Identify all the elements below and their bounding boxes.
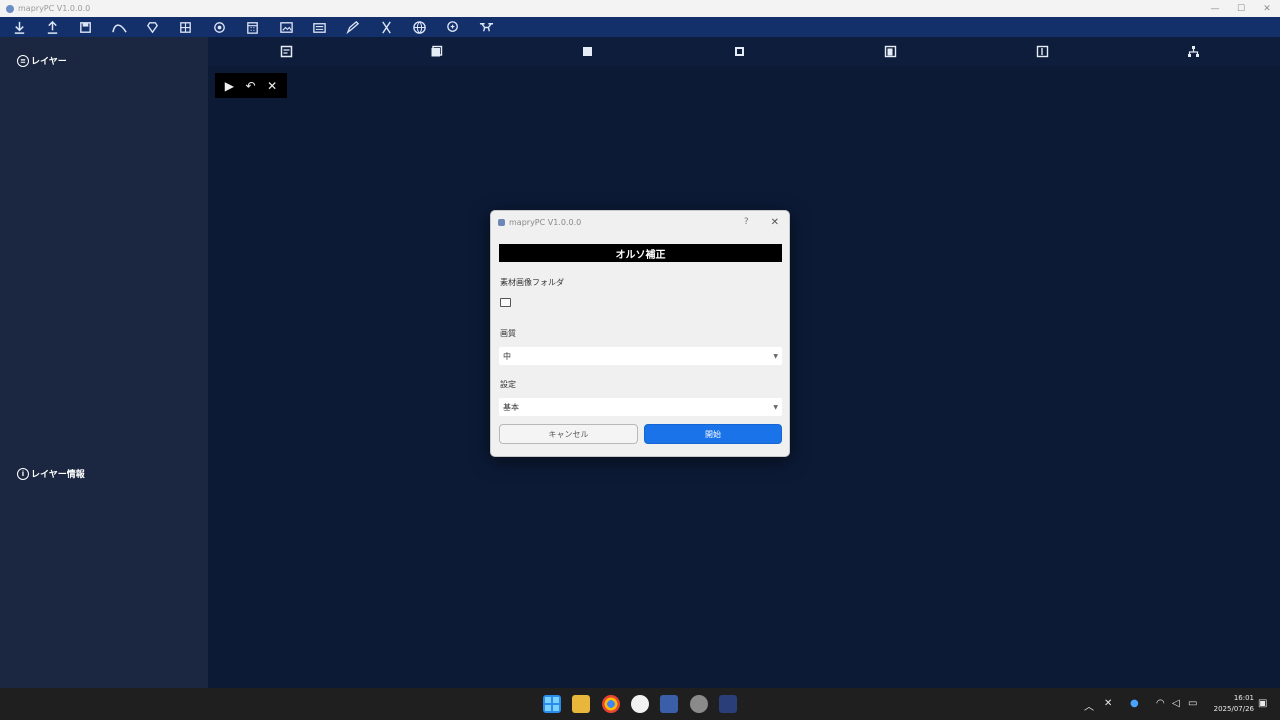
volume-icon[interactable]: ◁ xyxy=(1172,698,1180,709)
help-button[interactable]: ? xyxy=(744,217,749,227)
box-icon[interactable] xyxy=(733,45,746,58)
curve-icon[interactable] xyxy=(108,18,130,36)
settings-select[interactable]: 基本 ▼ xyxy=(499,398,782,416)
dialog-titlebar: mapryPC V1.0.0.0 ? ✕ xyxy=(491,211,789,233)
start-icon[interactable] xyxy=(543,695,561,713)
folder-label: 素材画像フォルダ xyxy=(500,278,564,287)
pencil-icon[interactable] xyxy=(342,18,364,36)
network-app-icon[interactable]: ● xyxy=(1130,698,1139,709)
folder-picker-button[interactable] xyxy=(500,298,511,307)
layers-icon[interactable] xyxy=(309,18,331,36)
layer-info-header[interactable]: i レイヤー情報 xyxy=(17,467,85,480)
chevron-up-icon[interactable]: ︿ xyxy=(1084,698,1094,713)
app-icon xyxy=(6,4,14,13)
hierarchy-icon[interactable] xyxy=(1187,45,1200,58)
export-icon[interactable] xyxy=(41,18,63,36)
minimize-button[interactable]: — xyxy=(1202,0,1228,17)
dialog-title: mapryPC V1.0.0.0 xyxy=(509,217,582,227)
window-title: mapryPC V1.0.0.0 xyxy=(18,4,91,13)
start-button[interactable]: 開始 xyxy=(644,424,782,444)
play-button[interactable]: ▶ xyxy=(225,79,234,93)
stack-icon[interactable] xyxy=(430,45,443,58)
drone-icon[interactable] xyxy=(475,18,497,36)
undo-button[interactable]: ↶ xyxy=(246,79,256,93)
clock-time: 16:01 xyxy=(1233,694,1254,702)
globe-icon[interactable] xyxy=(409,18,431,36)
explorer-icon[interactable] xyxy=(572,695,590,713)
chrome-icon[interactable] xyxy=(602,695,620,713)
notification-icon[interactable]: ▣ xyxy=(1258,698,1267,709)
import-icon[interactable] xyxy=(8,18,30,36)
dialog-heading: オルソ補正 xyxy=(499,244,782,262)
grid-icon[interactable] xyxy=(175,18,197,36)
main-toolbar xyxy=(0,17,1280,37)
scissors-icon[interactable] xyxy=(375,18,397,36)
file-icon[interactable] xyxy=(1036,45,1049,58)
layers-header-icon: ≡ xyxy=(17,54,29,67)
save-icon[interactable] xyxy=(75,18,97,36)
mapry-icon[interactable] xyxy=(719,695,737,713)
secondary-toolbar xyxy=(208,37,1280,66)
dialog-close-button[interactable]: ✕ xyxy=(771,217,779,228)
close-tray-icon[interactable]: ✕ xyxy=(1104,698,1112,709)
document-icon[interactable] xyxy=(280,45,293,58)
calendar-icon[interactable] xyxy=(242,18,264,36)
ortho-correction-dialog: mapryPC V1.0.0.0 ? ✕ オルソ補正 素材画像フォルダ 画質 中… xyxy=(490,210,790,457)
cancel-button[interactable]: キャンセル xyxy=(499,424,638,444)
target-icon[interactable] xyxy=(208,18,230,36)
info-icon: i xyxy=(17,467,29,480)
settings-icon[interactable] xyxy=(690,695,708,713)
terminal-icon[interactable] xyxy=(660,695,678,713)
window-controls: — ☐ ✕ xyxy=(1202,0,1280,17)
maximize-button[interactable]: ☐ xyxy=(1228,0,1254,17)
battery-icon[interactable]: ▭ xyxy=(1188,698,1197,709)
close-window-button[interactable]: ✕ xyxy=(1254,0,1280,17)
chevron-down-icon: ▼ xyxy=(773,403,778,411)
window-titlebar: mapryPC V1.0.0.0 — ☐ ✕ xyxy=(0,0,1280,17)
app-icon[interactable] xyxy=(631,695,649,713)
clock-date: 2025/07/26 xyxy=(1213,705,1254,713)
layers-label: レイヤー xyxy=(31,57,67,67)
clock[interactable]: 16:01 2025/07/26 xyxy=(1210,693,1254,715)
settings-label: 設定 xyxy=(500,380,516,389)
dialog-app-icon xyxy=(498,218,505,226)
wifi-icon[interactable]: ◠ xyxy=(1156,698,1165,709)
quality-label: 画質 xyxy=(500,329,516,338)
quality-select[interactable]: 中 ▼ xyxy=(499,347,782,365)
zoom-icon[interactable] xyxy=(442,18,464,36)
taskbar: ︿ ✕ ● ◠ ◁ ▭ 16:01 2025/07/26 ▣ xyxy=(0,688,1280,720)
layers-header[interactable]: ≡ レイヤー xyxy=(17,54,67,67)
settings-value: 基本 xyxy=(503,402,519,412)
playback-controls: ▶ ↶ ✕ xyxy=(215,73,287,98)
image-icon[interactable] xyxy=(275,18,297,36)
close-mini-button[interactable]: ✕ xyxy=(267,79,277,93)
copy-icon[interactable] xyxy=(884,45,897,58)
chevron-down-icon: ▼ xyxy=(773,352,778,360)
diamond-icon[interactable] xyxy=(142,18,164,36)
quality-value: 中 xyxy=(503,351,511,361)
cube-icon[interactable] xyxy=(581,45,594,58)
layer-info-label: レイヤー情報 xyxy=(31,470,85,480)
sidebar: ≡ レイヤー i レイヤー情報 xyxy=(0,37,208,688)
